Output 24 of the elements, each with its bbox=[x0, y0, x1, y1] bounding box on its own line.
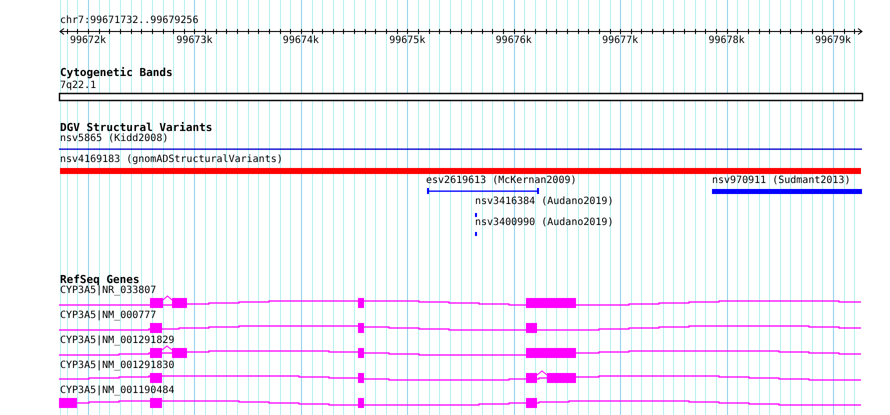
variant-label: nsv970911 (Sudmant2013) bbox=[712, 176, 850, 186]
variant-label: nsv4169183 (gnomADStructuralVariants) bbox=[60, 155, 283, 165]
variant-label: nsv3416384 (Audano2019) bbox=[475, 197, 614, 207]
ruler-label: 99679k bbox=[814, 36, 852, 46]
location-label: chr7:99671732..99679256 bbox=[60, 16, 198, 26]
gene-label: CYP3A5|NM_001190484 bbox=[60, 386, 174, 396]
gene-label: CYP3A5|NR_033807 bbox=[60, 286, 156, 296]
ruler-label: 99676k bbox=[496, 36, 532, 46]
ruler-label: 99678k bbox=[708, 36, 745, 46]
variant-label: nsv5865 (Kidd2008) bbox=[60, 134, 168, 144]
band-label: 7q22.1 bbox=[60, 81, 96, 91]
ruler-label: 99675k bbox=[389, 36, 426, 46]
ruler-label: 99677k bbox=[602, 36, 638, 46]
ruler-label: 99672k bbox=[70, 36, 106, 46]
gene-label: CYP3A5|NM_000777 bbox=[60, 311, 156, 321]
gene-label: CYP3A5|NM_001291829 bbox=[60, 336, 174, 346]
track-title: DGV Structural Variants bbox=[60, 122, 212, 133]
ruler-label: 99674k bbox=[282, 36, 319, 46]
track-title: Cytogenetic Bands bbox=[60, 67, 173, 78]
ruler-label: 99673k bbox=[176, 36, 212, 46]
variant-label: nsv3400990 (Audano2019) bbox=[475, 218, 614, 228]
variant-label: esv2619613 (McKernan2009) bbox=[426, 176, 577, 186]
gene-label: CYP3A5|NM_001291830 bbox=[60, 361, 174, 371]
track-title: RefSeq Genes bbox=[60, 274, 140, 285]
